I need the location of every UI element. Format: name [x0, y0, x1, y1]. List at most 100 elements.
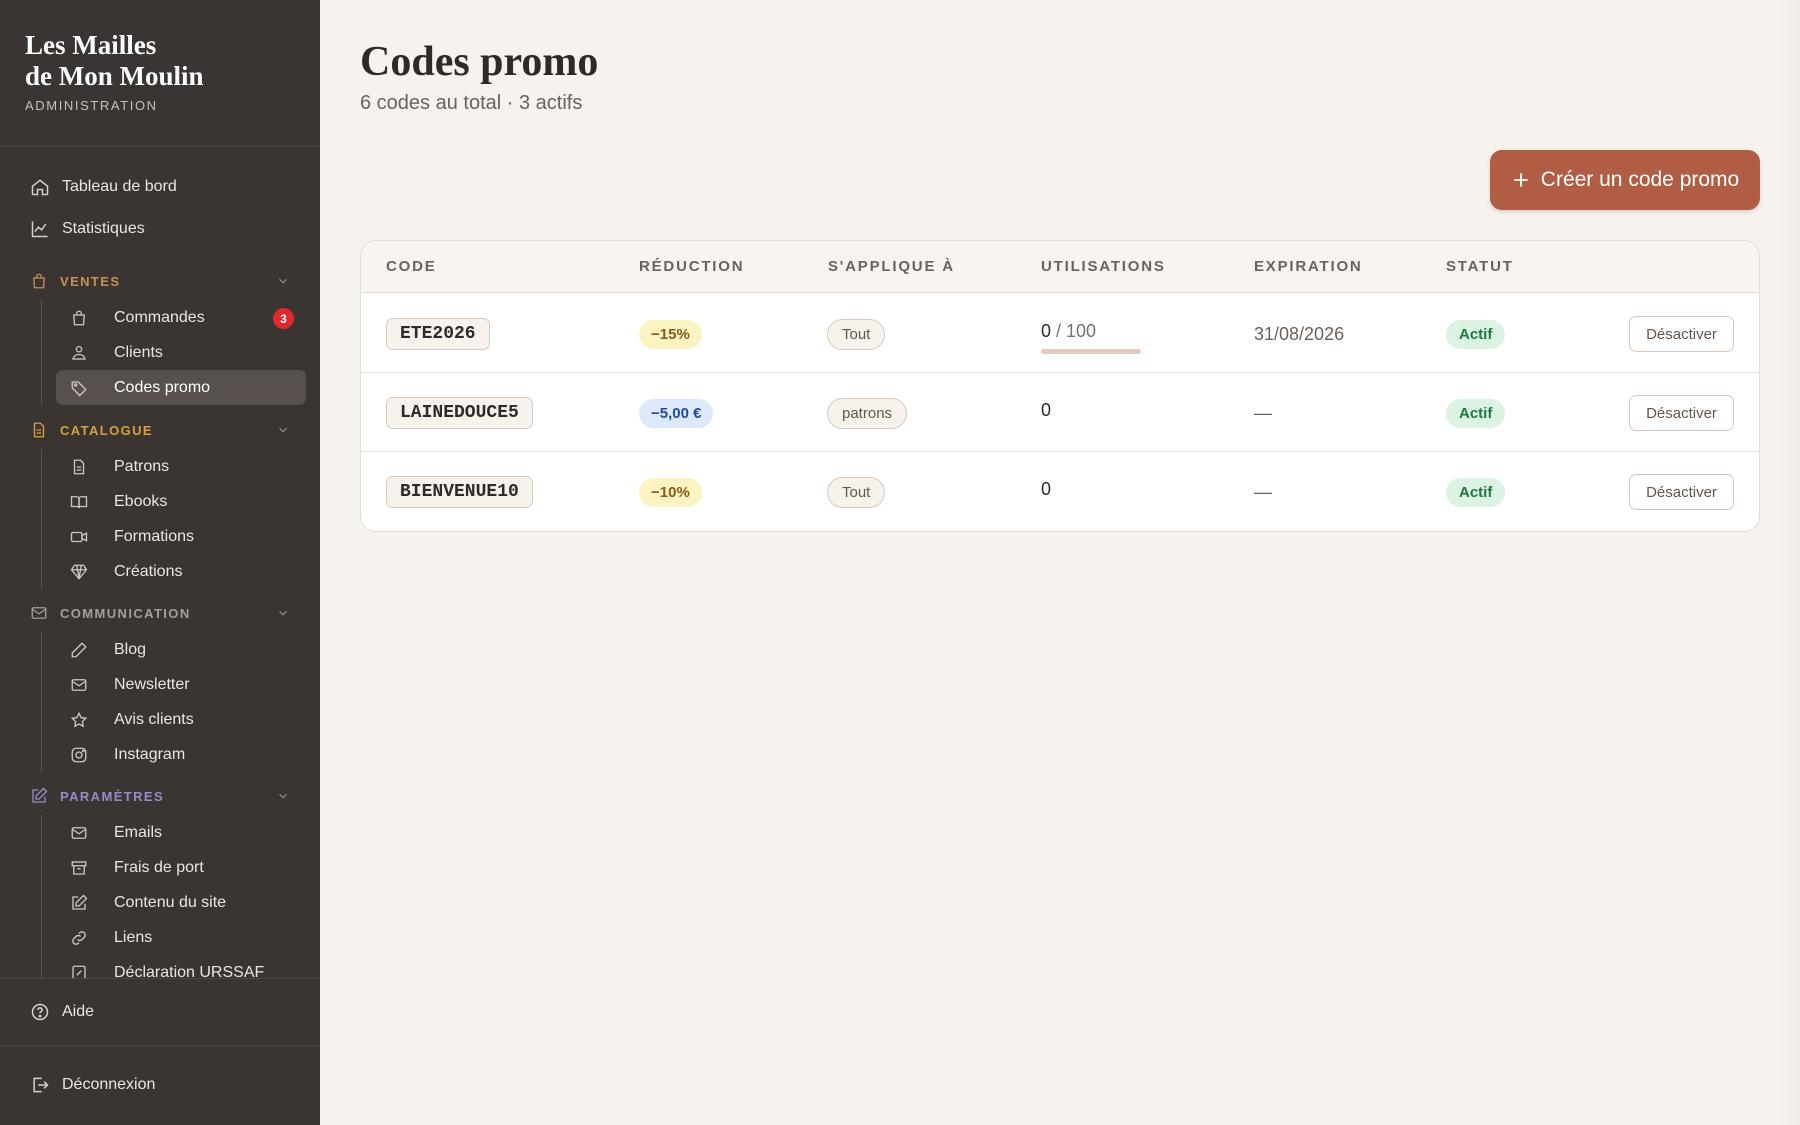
- column-header-applies-to: S'APPLIQUE À: [828, 258, 955, 275]
- column-header-reduction: RÉDUCTION: [639, 258, 745, 275]
- column-header-code: CODE: [386, 258, 437, 275]
- column-header-uses: UTILISATIONS: [1041, 258, 1166, 275]
- table-row: LAINEDOUCE5 −5,00 € patrons 0 — Actif Dé…: [361, 373, 1759, 452]
- promo-code: LAINEDOUCE5: [386, 397, 533, 429]
- usage-count: 0: [1041, 479, 1051, 500]
- sidebar-item-frais-de-port[interactable]: Frais de port: [56, 850, 306, 885]
- sidebar-item-label: Liens: [114, 928, 153, 946]
- sidebar-item-ebooks[interactable]: Ebooks: [56, 484, 306, 519]
- sidebar-item-label: Patrons: [114, 457, 170, 475]
- sidebar-item-commandes[interactable]: Commandes 3: [56, 300, 306, 335]
- section-communication-items: Blog Newsletter Avis clients Instagram: [41, 632, 306, 772]
- sidebar-item-label: Ebooks: [114, 492, 168, 510]
- link-icon: [72, 930, 86, 945]
- diamond-icon: [70, 564, 88, 580]
- promo-codes-table: CODE RÉDUCTION S'APPLIQUE À UTILISATIONS…: [360, 240, 1760, 532]
- chevron-down-icon[interactable]: [276, 423, 290, 437]
- sidebar-item-label: Frais de port: [114, 858, 204, 876]
- section-parametres-items: Emails Frais de port Contenu du site Lie…: [41, 815, 306, 978]
- sidebar-item-contenu-du-site[interactable]: Contenu du site: [56, 885, 306, 920]
- sidebar-item-patrons[interactable]: Patrons: [56, 449, 306, 484]
- book-icon: [70, 495, 88, 508]
- expiration-date: —: [1254, 482, 1272, 502]
- logout-button[interactable]: Déconnexion: [30, 1075, 155, 1095]
- section-communication[interactable]: COMMUNICATION: [0, 596, 320, 630]
- create-promo-code-button[interactable]: Créer un code promo: [1490, 150, 1760, 210]
- sidebar-item-label: Créations: [114, 562, 183, 580]
- sidebar-item-instagram[interactable]: Instagram: [56, 737, 306, 772]
- sidebar-item-newsletter[interactable]: Newsletter: [56, 667, 306, 702]
- bag-icon: [33, 273, 45, 289]
- orders-count-badge: 3: [273, 308, 294, 329]
- deactivate-button[interactable]: Désactiver: [1629, 316, 1734, 352]
- sidebar-item-label: Codes promo: [114, 378, 211, 396]
- mail-icon: [71, 826, 87, 839]
- sidebar-item-blog[interactable]: Blog: [56, 632, 306, 667]
- logout-icon: [33, 1077, 49, 1093]
- home-icon: [31, 179, 49, 196]
- applies-to-badge: patrons: [827, 398, 908, 429]
- section-label: COMMUNICATION: [60, 605, 191, 621]
- sidebar-nav[interactable]: Tableau de bord Statistiques VENTES Comm…: [0, 148, 320, 978]
- expiration-date: —: [1254, 403, 1272, 423]
- column-header-expiration: EXPIRATION: [1254, 258, 1363, 275]
- expiration-date: 31/08/2026: [1254, 324, 1345, 344]
- sidebar-item-liens[interactable]: Liens: [56, 920, 306, 955]
- section-ventes[interactable]: VENTES: [0, 264, 320, 298]
- help-link[interactable]: Aide: [30, 1002, 94, 1022]
- chevron-down-icon[interactable]: [276, 606, 290, 620]
- status-badge: Actif: [1446, 320, 1506, 349]
- sidebar-item-codes-promo[interactable]: Codes promo: [56, 370, 306, 405]
- sidebar-item-declaration-urssaf[interactable]: Déclaration URSSAF: [56, 955, 306, 978]
- file-icon: [33, 422, 45, 438]
- deactivate-button[interactable]: Désactiver: [1629, 474, 1734, 510]
- column-header-status: STATUT: [1446, 258, 1514, 275]
- brand-title-line1: Les Mailles: [25, 30, 157, 60]
- usage-progress-bar: [1041, 349, 1141, 354]
- doc-icon: [72, 965, 86, 978]
- plus-icon: [1514, 173, 1528, 187]
- table-row: BIENVENUE10 −10% Tout 0 — Actif Désactiv…: [361, 452, 1759, 531]
- nav-item-tableau-de-bord[interactable]: Tableau de bord: [0, 167, 320, 207]
- edit-icon: [72, 894, 88, 910]
- sidebar-item-formations[interactable]: Formations: [56, 519, 306, 554]
- usage-count: 0: [1041, 400, 1051, 421]
- section-label: PARAMÈTRES: [60, 788, 165, 804]
- section-ventes-items: Commandes 3 Clients Codes promo: [41, 300, 306, 405]
- sidebar-item-label: Contenu du site: [114, 893, 227, 911]
- mail-icon: [31, 607, 47, 619]
- box-icon: [71, 860, 87, 875]
- pen-icon: [71, 641, 87, 657]
- sidebar-item-creations[interactable]: Créations: [56, 554, 306, 589]
- usage-max: / 100: [1056, 321, 1097, 341]
- brand: Les Mailles de Mon Moulin ADMINISTRATION: [0, 0, 320, 147]
- chevron-down-icon[interactable]: [276, 789, 290, 803]
- table-row: ETE2026 −15% Tout 0 / 100 31/08/2026 Act…: [361, 294, 1759, 373]
- sidebar-item-emails[interactable]: Emails: [56, 815, 306, 850]
- section-catalogue-items: Patrons Ebooks Formations Créations: [41, 449, 306, 589]
- sidebar-item-avis-clients[interactable]: Avis clients: [56, 702, 306, 737]
- usage-value: 0: [1041, 321, 1052, 341]
- reduction-badge: −5,00 €: [639, 399, 714, 428]
- chart-icon: [31, 221, 48, 238]
- edit-icon: [32, 787, 48, 803]
- sidebar: Les Mailles de Mon Moulin ADMINISTRATION…: [0, 0, 320, 1125]
- section-label: VENTES: [60, 273, 121, 289]
- section-catalogue[interactable]: CATALOGUE: [0, 413, 320, 447]
- video-icon: [70, 531, 88, 542]
- sidebar-item-label: Commandes: [114, 308, 205, 326]
- bag-icon: [73, 310, 85, 325]
- help-label: Aide: [62, 1003, 95, 1020]
- nav-item-statistiques[interactable]: Statistiques: [0, 209, 320, 249]
- status-badge: Actif: [1446, 399, 1506, 428]
- sidebar-item-label: Blog: [114, 640, 147, 658]
- brand-title[interactable]: Les Mailles de Mon Moulin: [25, 30, 295, 92]
- deactivate-button[interactable]: Désactiver: [1629, 395, 1734, 431]
- usage-count: 0 / 100: [1041, 321, 1096, 342]
- chevron-down-icon[interactable]: [276, 274, 290, 288]
- section-parametres[interactable]: PARAMÈTRES: [0, 779, 320, 813]
- page-title: Codes promo: [360, 39, 599, 85]
- sidebar-item-clients[interactable]: Clients: [56, 335, 306, 370]
- star-icon: [70, 711, 88, 727]
- tag-icon: [71, 380, 87, 396]
